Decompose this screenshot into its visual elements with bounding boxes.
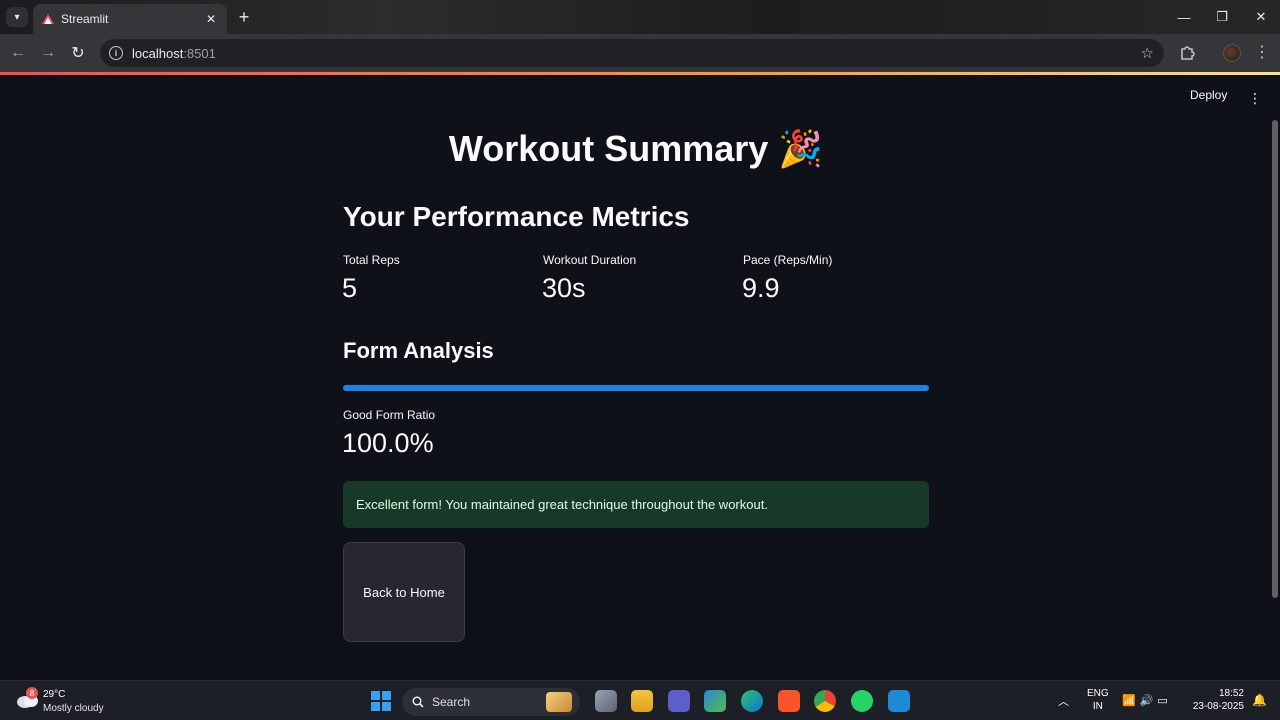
search-label: Search — [432, 695, 471, 709]
metric-value-pace: 9.9 — [742, 273, 780, 303]
language-indicator[interactable]: ENG IN — [1087, 687, 1109, 713]
clock-date: 23-08-2025 — [1192, 701, 1244, 712]
taskbar-clock[interactable]: 18:52 23-08-2025 — [1188, 687, 1244, 713]
streamlit-header-decoration — [0, 72, 1280, 75]
metric-label-workout-duration: Workout Duration — [543, 253, 637, 267]
page-title: Workout Summary 🎉 — [448, 128, 824, 169]
tab-close-icon[interactable]: ✕ — [203, 12, 219, 26]
reload-icon[interactable]: ↻ — [67, 42, 89, 64]
whatsapp-icon[interactable] — [851, 690, 873, 712]
metric-label-pace: Pace (Reps/Min) — [743, 253, 833, 267]
browser-titlebar: ▾ Streamlit ✕ + — ❐ ✕ — [0, 0, 1280, 34]
taskbar-search[interactable]: Search — [402, 688, 580, 716]
window-close-icon[interactable]: ✕ — [1246, 6, 1276, 28]
notification-bell-icon[interactable]: 🔔 — [1252, 693, 1267, 707]
forward-arrow-icon[interactable]: → — [37, 42, 59, 64]
minimize-icon[interactable]: — — [1169, 6, 1199, 28]
microsoft-store-icon[interactable] — [704, 690, 726, 712]
vscode-icon[interactable] — [888, 690, 910, 712]
new-tab-icon[interactable]: + — [233, 6, 255, 28]
clock-time: 18:52 — [1218, 688, 1244, 699]
edge-icon[interactable] — [741, 690, 763, 712]
tab-title: Streamlit — [61, 12, 109, 26]
restore-icon[interactable]: ❐ — [1207, 6, 1237, 28]
browser-menu-icon[interactable]: ⋮ — [1254, 43, 1270, 63]
metric-label-total-reps: Total Reps — [343, 253, 400, 267]
browser-tab[interactable]: Streamlit ✕ — [33, 4, 227, 34]
browser-toolbar: ← → ↻ i localhost:8501 ☆ ⋮ — [0, 34, 1280, 72]
weather-temperature: 29°C — [43, 689, 66, 700]
back-to-home-button[interactable]: Back to Home — [343, 542, 465, 642]
address-bar[interactable]: i localhost:8501 ☆ — [100, 39, 1164, 67]
weather-description: Mostly cloudy — [43, 703, 104, 714]
metric-label-good-form: Good Form Ratio — [343, 408, 436, 422]
streamlit-favicon-icon — [41, 12, 55, 26]
file-explorer-icon[interactable] — [631, 690, 653, 712]
app-menu-icon[interactable]: ⋮ — [1248, 88, 1262, 108]
windows-taskbar: 8 29°C Mostly cloudy Search ︿ ENG IN 📶🔊▭… — [0, 680, 1280, 720]
url-port: :8501 — [183, 45, 216, 61]
weather-alert-badge: 8 — [26, 687, 38, 699]
form-analysis-heading: Form Analysis — [343, 338, 494, 363]
success-alert-text: Excellent form! You maintained great tec… — [356, 497, 768, 512]
profile-avatar[interactable] — [1223, 44, 1241, 62]
windows-start-icon[interactable] — [371, 691, 391, 711]
search-icon — [412, 696, 424, 708]
tray-overflow-chevron-icon[interactable]: ︿ — [1058, 693, 1069, 709]
metric-value-total-reps: 5 — [342, 273, 358, 303]
extensions-puzzle-icon[interactable] — [1178, 43, 1198, 63]
url-host: localhost — [132, 45, 184, 61]
back-arrow-icon[interactable]: ← — [7, 42, 29, 64]
language-code: ENG — [1087, 688, 1109, 699]
site-info-icon[interactable]: i — [109, 46, 123, 60]
metrics-heading: Your Performance Metrics — [343, 201, 690, 232]
form-progress-fill — [343, 385, 929, 391]
language-region: IN — [1092, 701, 1103, 712]
brave-icon[interactable] — [778, 690, 800, 712]
weather-widget[interactable]: 8 29°C Mostly cloudy — [16, 687, 136, 717]
success-alert: Excellent form! You maintained great tec… — [343, 481, 929, 528]
tab-search-button[interactable]: ▾ — [6, 7, 28, 27]
metric-value-good-form: 100.0% — [342, 428, 434, 458]
task-view-icon[interactable] — [595, 690, 617, 712]
deploy-button[interactable]: Deploy — [1190, 88, 1227, 102]
search-highlight-icon — [546, 692, 572, 712]
wifi-volume-battery-icons[interactable]: 📶🔊▭ — [1122, 694, 1172, 707]
scrollbar[interactable] — [1272, 120, 1278, 598]
form-progress-bar — [343, 385, 929, 391]
chrome-icon[interactable] — [814, 690, 836, 712]
metric-value-workout-duration: 30s — [542, 273, 586, 303]
teams-icon[interactable] — [668, 690, 690, 712]
bookmark-star-icon[interactable]: ☆ — [1141, 44, 1154, 62]
